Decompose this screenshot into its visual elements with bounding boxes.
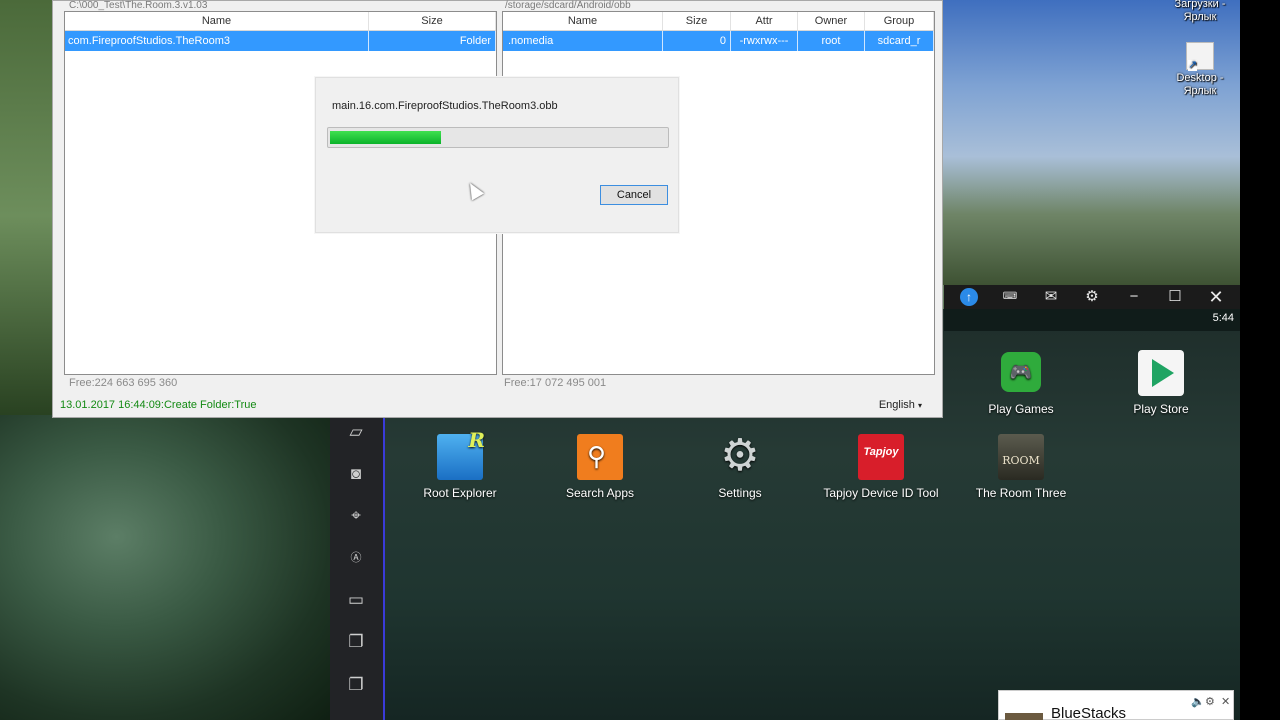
cards-icon[interactable]: ▱ <box>343 420 369 444</box>
table-row[interactable]: .nomedia 0 -rwxrwx--- root sdcard_r <box>503 31 934 51</box>
copy-progress-dialog: main.16.com.FireproofStudios.TheRoom3.ob… <box>315 77 679 233</box>
col-size[interactable]: Size <box>369 12 496 30</box>
folder-icon[interactable]: ▭ <box>343 588 369 612</box>
status-clock: 5:44 <box>1212 312 1234 324</box>
tapjoy-icon: Tapjoy <box>858 434 904 480</box>
status-bar: 13.01.2017 16:44:09:Create Folder:True E… <box>53 395 942 417</box>
col-attr[interactable]: Attr <box>731 12 798 30</box>
apk-icon[interactable]: Ⓐ <box>343 546 369 570</box>
camera-icon[interactable]: ◙ <box>343 462 369 486</box>
downloads-label: Загрузки - Ярлык <box>1174 0 1226 23</box>
play-store-icon <box>1138 350 1184 396</box>
screen-edge <box>1240 0 1280 720</box>
gear-icon[interactable]: ⚙ <box>1205 695 1215 708</box>
col-group[interactable]: Group <box>865 12 934 30</box>
notification-image <box>1005 713 1043 720</box>
app-label: Settings <box>718 486 762 500</box>
col-size[interactable]: Size <box>663 12 731 30</box>
table-row[interactable]: com.FireproofStudios.TheRoom3 Folder <box>65 31 496 51</box>
paste-icon[interactable]: ❐ <box>343 673 369 697</box>
app-label: Search Apps <box>565 486 635 500</box>
app-settings[interactable]: ⚙ Settings <box>680 431 800 500</box>
row-group: sdcard_r <box>865 31 934 51</box>
language-label: English <box>878 399 915 411</box>
row-size: 0 <box>663 31 731 51</box>
cancel-button[interactable]: Cancel <box>600 185 668 205</box>
progress-fill <box>330 131 441 144</box>
app-tapjoy[interactable]: Tapjoy Tapjoy Device ID Tool <box>820 434 942 500</box>
location-icon[interactable]: ⌖ <box>343 504 369 528</box>
shortcut-icon <box>1186 42 1214 71</box>
device-free-space: Free:17 072 495 001 <box>504 377 607 389</box>
col-name[interactable]: Name <box>503 12 663 30</box>
desktop-icon-downloads[interactable]: Загрузки - Ярлык <box>1168 0 1232 24</box>
app-label: Play Store <box>1133 402 1189 416</box>
gear-icon: ⚙ <box>720 431 760 480</box>
maximize-icon[interactable]: ☐ <box>1157 285 1193 309</box>
wallpaper-hills <box>0 415 332 720</box>
app-label: Tapjoy Device ID Tool <box>823 486 939 500</box>
keyboard-icon[interactable]: ⌨ <box>992 285 1028 309</box>
copy-icon[interactable]: ❐ <box>343 630 369 654</box>
app-play-store[interactable]: Play Store <box>1101 350 1221 416</box>
gear-icon[interactable]: ⚙ <box>1074 285 1110 309</box>
app-label: Root Explorer <box>423 486 497 500</box>
android-status-bar: 5:44 <box>944 309 1240 331</box>
app-the-room-three[interactable]: ROOM The Room Three <box>961 434 1081 500</box>
desktop-icon-desktop[interactable]: Desktop - Ярлык <box>1168 42 1232 98</box>
col-owner[interactable]: Owner <box>798 12 865 30</box>
app-label: Play Games <box>988 402 1054 416</box>
local-path: C:\000_Test\The.Room.3.v1.03 <box>69 0 208 11</box>
row-attr: -rwxrwx--- <box>731 31 798 51</box>
local-header: Name Size <box>65 12 496 31</box>
bluestacks-notification[interactable]: BlueStacks 🔈 ⚙ ✕ <box>998 690 1234 720</box>
search-icon: ⚲ <box>577 434 623 480</box>
play-games-icon: 🎮 <box>998 350 1044 396</box>
status-log: 13.01.2017 16:44:09:Create Folder:True <box>60 399 257 411</box>
mute-icon[interactable]: 🔈 <box>1191 695 1205 708</box>
app-root-explorer[interactable]: Root Explorer <box>400 428 520 500</box>
col-name[interactable]: Name <box>65 12 369 30</box>
app-play-games[interactable]: 🎮 Play Games <box>961 350 1081 416</box>
row-owner: root <box>798 31 865 51</box>
upload-icon[interactable]: ↑ <box>960 288 978 306</box>
language-dropdown[interactable]: English ▾ <box>879 399 922 411</box>
copy-progress-bar <box>327 127 669 148</box>
desktop-shortcut-label: Desktop - Ярлык <box>1176 72 1224 97</box>
local-free-space: Free:224 663 695 360 <box>69 377 178 389</box>
notification-title: BlueStacks <box>1051 705 1127 720</box>
close-icon[interactable]: ✕ <box>1198 285 1234 309</box>
mail-icon[interactable]: ✉ <box>1033 285 1069 309</box>
the-room-icon: ROOM <box>998 434 1044 480</box>
close-icon[interactable]: ✕ <box>1221 695 1230 708</box>
minimize-icon[interactable]: − <box>1116 285 1152 309</box>
app-search-apps[interactable]: ⚲ Search Apps <box>540 434 660 500</box>
row-name: com.FireproofStudios.TheRoom3 <box>65 31 369 51</box>
chevron-down-icon: ▾ <box>917 401 922 410</box>
bluestacks-title-bar: ↑ ⌨ ✉ ⚙ − ☐ ✕ <box>944 285 1240 309</box>
copy-file-name: main.16.com.FireproofStudios.TheRoom3.ob… <box>332 100 558 112</box>
row-name: .nomedia <box>503 31 663 51</box>
root-explorer-icon <box>437 428 485 480</box>
device-header: Name Size Attr Owner Group <box>503 12 934 31</box>
bluestacks-sidebar: ▱ ◙ ⌖ Ⓐ ▭ ❐ ❐ <box>330 418 385 720</box>
device-path: /storage/sdcard/Android/obb <box>505 0 631 11</box>
app-label: The Room Three <box>975 486 1067 500</box>
row-size: Folder <box>369 31 496 51</box>
